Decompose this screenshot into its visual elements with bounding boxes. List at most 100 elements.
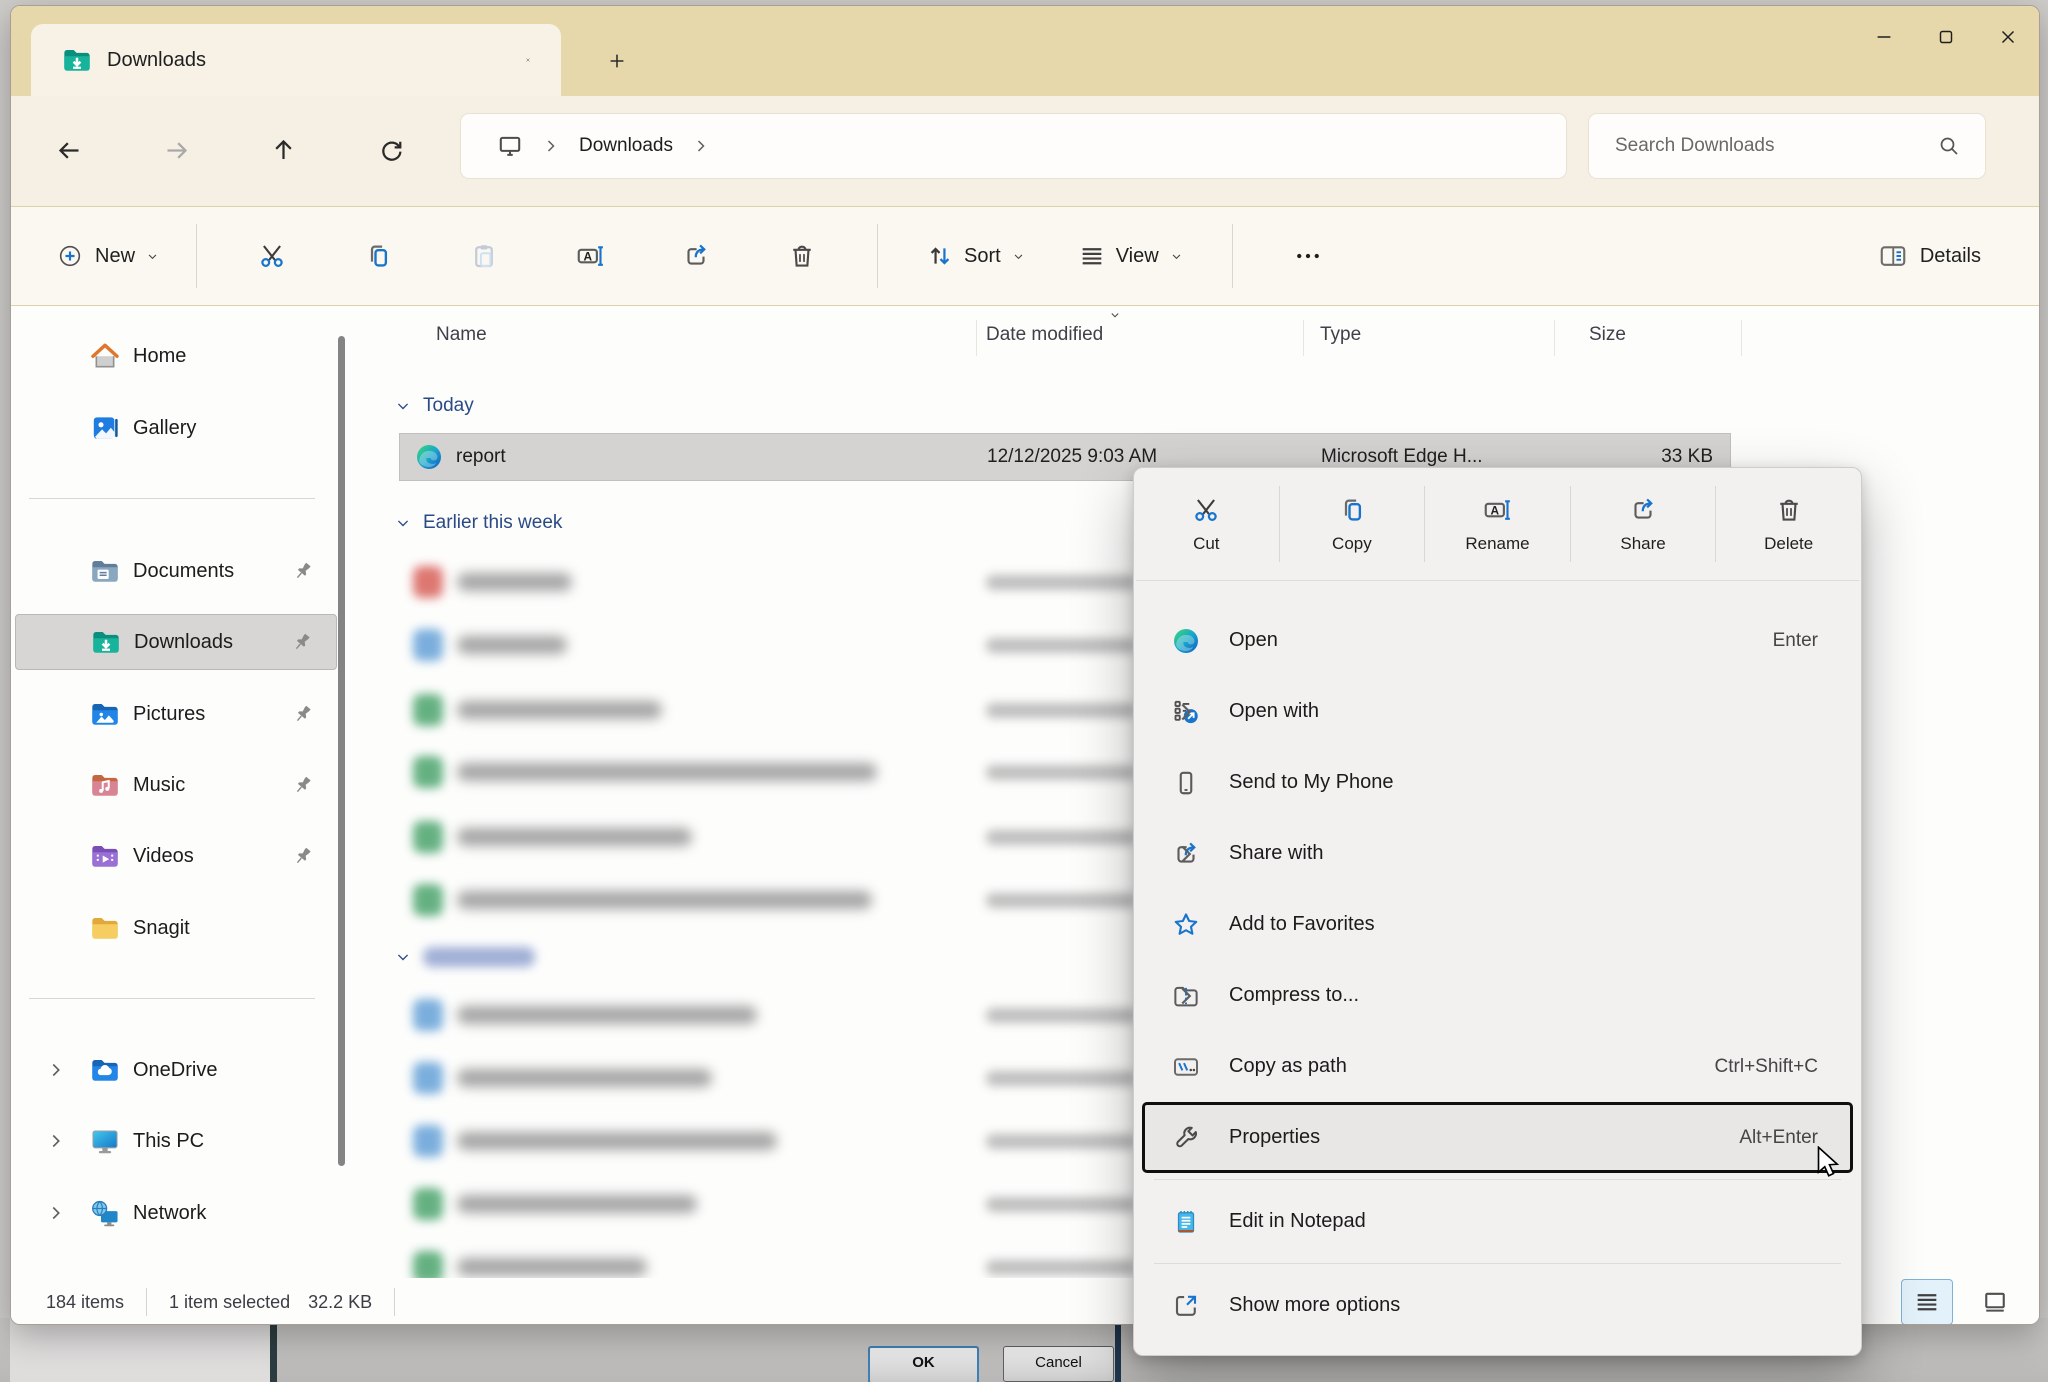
quick-action-delete[interactable]: Delete [1716, 495, 1861, 554]
details-pane-button[interactable]: Details [1866, 231, 1993, 281]
group-header-earlier-this-week[interactable]: Earlier this week [393, 497, 562, 549]
large-icons-view-toggle[interactable] [1969, 1279, 2021, 1325]
breadcrumb-location[interactable]: Downloads [579, 135, 673, 157]
sidebar-item-this-pc[interactable]: This PC [15, 1113, 337, 1169]
doc-file-icon [413, 1062, 443, 1094]
view-button[interactable]: View [1066, 232, 1196, 280]
close-window-button[interactable] [1977, 6, 2039, 68]
address-bar[interactable]: Downloads [461, 114, 1566, 178]
menu-item-properties[interactable]: PropertiesAlt+Enter [1142, 1102, 1853, 1173]
sidebar-item-downloads[interactable]: Downloads [15, 614, 337, 670]
new-tab-button[interactable] [599, 44, 635, 78]
column-separator[interactable] [1554, 320, 1555, 356]
pin-icon [291, 844, 315, 868]
chevron-down-icon [393, 513, 413, 533]
toolbar-separator [1232, 224, 1233, 288]
delete-button[interactable] [774, 228, 830, 284]
group-header-today[interactable]: Today [393, 380, 474, 432]
forward-button[interactable] [150, 124, 202, 176]
up-button[interactable] [257, 124, 309, 176]
column-separator[interactable] [976, 320, 977, 356]
svg-text:A: A [1491, 503, 1500, 517]
sidebar-item-pictures[interactable]: Pictures [15, 686, 337, 742]
chevron-down-icon [393, 396, 413, 416]
wrench-icon [1171, 1123, 1201, 1153]
menu-item-send-to-my-phone[interactable]: Send to My Phone [1142, 747, 1853, 818]
refresh-button[interactable] [365, 124, 417, 176]
list-view-icon [1913, 1288, 1941, 1316]
group-label: Earlier this week [423, 512, 562, 534]
blurred-file-name [457, 828, 692, 846]
pin-icon [291, 559, 315, 583]
xls-file-icon [413, 821, 443, 853]
tab-close-button[interactable] [511, 43, 545, 77]
sort-button[interactable]: Sort [914, 232, 1038, 280]
paste-button[interactable] [456, 228, 512, 284]
search-icon [1937, 134, 1961, 158]
desktop: OK Cancel Downloads [0, 0, 2048, 1382]
blurred-file-name [457, 1006, 757, 1024]
explorer-tab-downloads[interactable]: Downloads [31, 24, 561, 96]
column-header-date-modified[interactable]: Date modified [986, 324, 1103, 346]
menu-item-add-to-favorites[interactable]: Add to Favorites [1142, 889, 1853, 960]
share-icon [1628, 495, 1658, 525]
quick-action-rename[interactable]: ARename [1425, 495, 1570, 554]
chevron-right-icon[interactable] [45, 1059, 67, 1081]
sidebar-item-onedrive[interactable]: OneDrive [15, 1042, 337, 1098]
copy-icon [363, 241, 393, 271]
column-separator[interactable] [1741, 320, 1742, 356]
sidebar-item-label: Videos [133, 845, 291, 868]
sidebar-item-snagit[interactable]: Snagit [15, 900, 337, 956]
blurred-date [986, 1134, 1136, 1149]
blurred-date [986, 638, 1136, 653]
cancel-button[interactable]: Cancel [1003, 1346, 1114, 1382]
menu-item-copy-as-path[interactable]: Copy as pathCtrl+Shift+C [1142, 1031, 1853, 1102]
maximize-button[interactable] [1915, 6, 1977, 68]
column-header-name[interactable]: Name [436, 324, 487, 346]
share-button[interactable] [668, 228, 724, 284]
quick-action-share[interactable]: Share [1571, 495, 1716, 554]
group-header-last-week[interactable] [393, 931, 535, 983]
ok-button[interactable]: OK [868, 1346, 979, 1382]
column-header-size[interactable]: Size [1589, 324, 1626, 346]
cut-button[interactable] [244, 228, 300, 284]
chevron-right-icon[interactable] [45, 1202, 67, 1224]
back-button[interactable] [43, 124, 95, 176]
blurred-group-label [423, 947, 535, 967]
sidebar-item-network[interactable]: Network [15, 1185, 337, 1241]
menu-item-compress-to[interactable]: Compress to... [1142, 960, 1853, 1031]
column-separator[interactable] [1303, 320, 1304, 356]
monitor-icon [497, 133, 523, 159]
sidebar-item-videos[interactable]: Videos [15, 828, 337, 884]
gallery-icon [89, 412, 121, 444]
more-options-button[interactable] [1280, 228, 1336, 284]
minimize-button[interactable] [1853, 6, 1915, 68]
menu-item-label: Copy as path [1229, 1055, 1347, 1078]
rename-button[interactable]: A [562, 228, 618, 284]
new-button[interactable]: New [43, 233, 174, 279]
blurred-file-name [457, 701, 662, 719]
quick-action-copy[interactable]: Copy [1280, 495, 1425, 554]
column-header-type[interactable]: Type [1320, 324, 1361, 346]
chevron-right-icon[interactable] [45, 1130, 67, 1152]
blurred-file-name [457, 573, 572, 591]
copy-button[interactable] [350, 228, 406, 284]
menu-item-open[interactable]: OpenEnter [1142, 605, 1853, 676]
sidebar-item-music[interactable]: Music [15, 757, 337, 813]
menu-item-shortcut: Enter [1773, 630, 1818, 652]
menu-item-edit-in-notepad[interactable]: Edit in Notepad [1142, 1186, 1853, 1257]
menu-item-share-with[interactable]: Share with [1142, 818, 1853, 889]
menu-item-show-more-options[interactable]: Show more options [1142, 1270, 1853, 1341]
sidebar-item-home[interactable]: Home [15, 328, 337, 384]
search-input[interactable] [1589, 135, 1937, 157]
sidebar-item-documents[interactable]: Documents [15, 543, 337, 599]
chevron-down-icon [393, 947, 413, 967]
menu-item-open-with[interactable]: Open with [1142, 676, 1853, 747]
sidebar-scrollbar[interactable] [338, 336, 345, 1166]
blurred-date [986, 575, 1136, 590]
quick-action-cut[interactable]: Cut [1134, 495, 1279, 554]
sort-icon [926, 242, 954, 270]
column-header-row: Name Date modified Type Size [351, 306, 2039, 368]
sidebar-item-gallery[interactable]: Gallery [15, 400, 337, 456]
details-view-toggle[interactable] [1901, 1279, 1953, 1325]
